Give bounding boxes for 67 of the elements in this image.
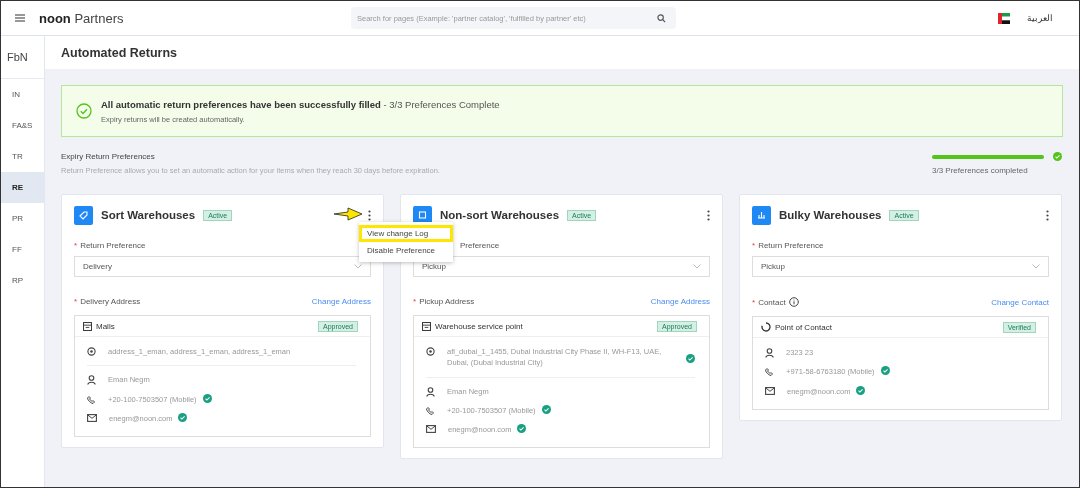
change-link[interactable]: Change Address — [311, 297, 371, 306]
chevron-down-icon — [354, 264, 362, 269]
mail-icon — [765, 386, 775, 395]
card-icon — [752, 205, 771, 225]
search-icon[interactable] — [657, 13, 666, 23]
mail-icon — [87, 413, 97, 422]
location-name: Warehouse service point — [435, 321, 523, 331]
required-mark: * — [752, 297, 756, 307]
preference-select[interactable]: Pickup — [752, 256, 1049, 277]
menu-item[interactable]: View change Log — [359, 225, 453, 242]
section-title: Expiry Return Preferences — [61, 152, 156, 161]
more-icon[interactable] — [707, 209, 710, 221]
sidebar-item[interactable]: FF — [1, 234, 44, 265]
phone-icon — [87, 394, 96, 405]
spinner-icon — [761, 322, 771, 332]
change-link[interactable]: Change Address — [650, 297, 710, 306]
preference-select[interactable]: Pickup — [413, 256, 710, 277]
card-title: Sort Warehouses — [101, 209, 196, 221]
person-icon — [765, 348, 774, 358]
required-mark: * — [413, 297, 417, 306]
language-link[interactable]: العربية — [1027, 13, 1053, 23]
mail-icon — [426, 425, 436, 433]
card-title: Non-sort Warehouses — [440, 209, 560, 221]
location-name: Malls — [96, 321, 115, 331]
banner-title: All automatic return preferences have been successfully filled - 3/3 Preferences Complete — [101, 98, 500, 110]
menu-icon[interactable] — [15, 14, 25, 22]
sidebar-item[interactable]: TR — [1, 141, 44, 172]
sidebar-item[interactable]: RE — [1, 172, 44, 203]
required-mark: * — [752, 241, 756, 250]
location-pin-icon — [87, 347, 96, 357]
store-icon — [83, 321, 92, 331]
store-icon — [422, 321, 431, 331]
card-title: Bulky Warehouses — [779, 209, 882, 221]
arrow-icon — [333, 207, 363, 221]
flag-icon[interactable] — [998, 12, 1010, 24]
change-link[interactable]: Change Contact — [991, 297, 1049, 307]
field-label: Preference — [460, 241, 500, 250]
chevron-down-icon — [1032, 264, 1040, 269]
sidebar-title: FbN — [1, 36, 44, 79]
menu-item[interactable]: Disable Preference — [359, 242, 453, 259]
phone-icon — [426, 405, 435, 416]
brand-logo: noon Partners — [39, 10, 124, 26]
required-mark: * — [74, 297, 78, 306]
sidebar-item[interactable]: RP — [1, 265, 44, 296]
location-name: Point of Contact — [775, 322, 832, 332]
check-circle-icon — [76, 103, 92, 119]
page-title: Automated Returns — [61, 45, 177, 60]
check-icon — [1053, 152, 1062, 161]
more-icon[interactable] — [1046, 209, 1049, 221]
sidebar-item[interactable]: IN — [1, 79, 44, 110]
preference-select[interactable]: Delivery — [74, 256, 371, 277]
phone-icon — [765, 367, 774, 378]
person-icon — [426, 386, 435, 397]
field-label: Return Preference — [80, 241, 146, 250]
field-label: Pickup Address — [419, 297, 475, 306]
card-icon — [74, 205, 93, 225]
sidebar-item[interactable]: FA&S — [1, 110, 44, 141]
field-label: Return Preference — [758, 241, 824, 250]
person-icon — [87, 375, 96, 386]
location-pin-icon — [426, 347, 435, 357]
required-mark: * — [74, 241, 78, 250]
progress-label: 3/3 Preferences completed — [932, 166, 1029, 175]
field-label: Contact — [758, 297, 786, 307]
field-label: Delivery Address — [80, 297, 141, 306]
chevron-down-icon — [693, 264, 701, 269]
sidebar-item[interactable]: PR — [1, 203, 44, 234]
more-icon[interactable] — [368, 209, 371, 221]
